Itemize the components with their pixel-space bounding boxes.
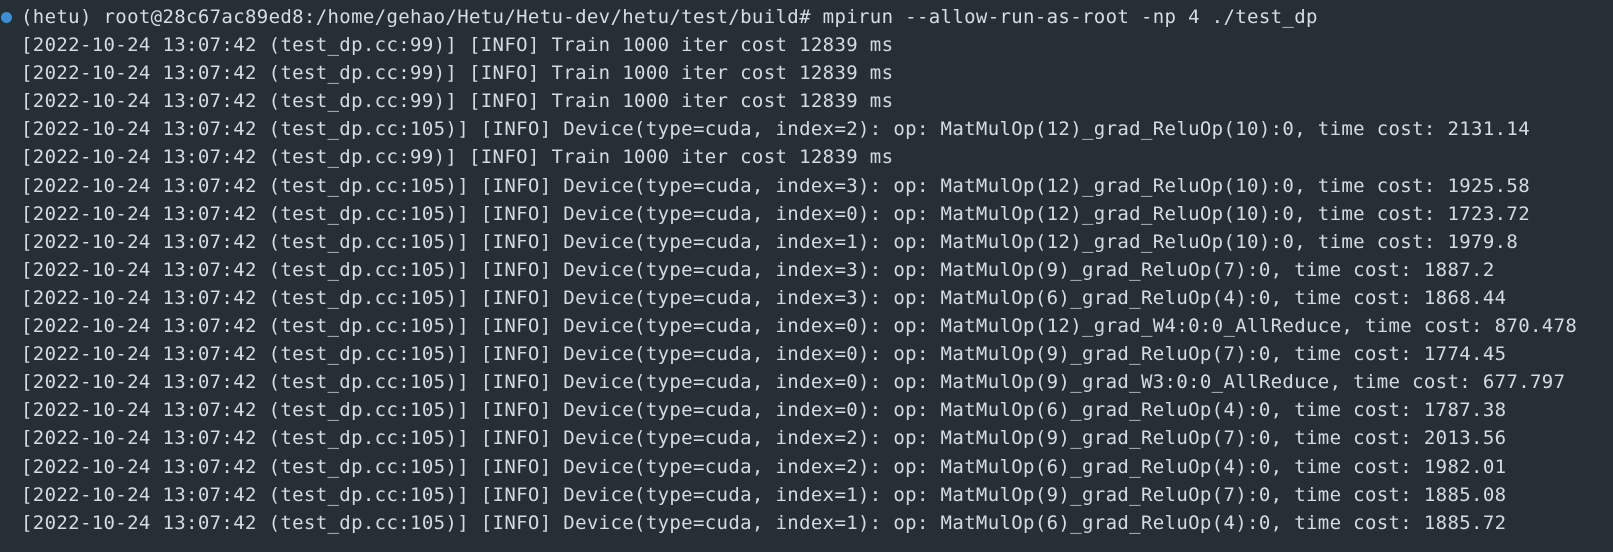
log-line: [2022-10-24 13:07:42 (test_dp.cc:99)] [I… <box>21 62 894 85</box>
log-line: [2022-10-24 13:07:42 (test_dp.cc:99)] [I… <box>21 90 894 113</box>
log-line: [2022-10-24 13:07:42 (test_dp.cc:99)] [I… <box>21 34 894 57</box>
log-line: [2022-10-24 13:07:42 (test_dp.cc:105)] [… <box>21 258 1495 281</box>
log-line: [2022-10-24 13:07:42 (test_dp.cc:105)] [… <box>21 455 1507 478</box>
log-line: [2022-10-24 13:07:42 (test_dp.cc:105)] [… <box>21 118 1530 141</box>
command-prompt-line: (hetu) root@28c67ac89ed8:/home/gehao/Het… <box>21 6 1318 28</box>
log-line: [2022-10-24 13:07:42 (test_dp.cc:105)] [… <box>21 230 1519 253</box>
log-line: [2022-10-24 13:07:42 (test_dp.cc:105)] [… <box>21 483 1507 506</box>
log-line: [2022-10-24 13:07:42 (test_dp.cc:105)] [… <box>21 315 1578 338</box>
log-line: [2022-10-24 13:07:42 (test_dp.cc:105)] [… <box>21 399 1507 422</box>
log-line: [2022-10-24 13:07:42 (test_dp.cc:105)] [… <box>21 427 1507 450</box>
log-line: [2022-10-24 13:07:42 (test_dp.cc:105)] [… <box>21 286 1507 309</box>
terminal-output[interactable]: (hetu) root@28c67ac89ed8:/home/gehao/Het… <box>0 0 1613 552</box>
log-line: [2022-10-24 13:07:42 (test_dp.cc:105)] [… <box>21 371 1566 394</box>
log-line: [2022-10-24 13:07:42 (test_dp.cc:105)] [… <box>21 174 1530 197</box>
log-line: [2022-10-24 13:07:42 (test_dp.cc:99)] [I… <box>21 146 894 169</box>
log-line: [2022-10-24 13:07:42 (test_dp.cc:105)] [… <box>21 511 1507 534</box>
log-line: [2022-10-24 13:07:42 (test_dp.cc:105)] [… <box>21 343 1507 366</box>
log-line: [2022-10-24 13:07:42 (test_dp.cc:105)] [… <box>21 202 1530 225</box>
command-status-dot-icon[interactable] <box>1 12 12 23</box>
